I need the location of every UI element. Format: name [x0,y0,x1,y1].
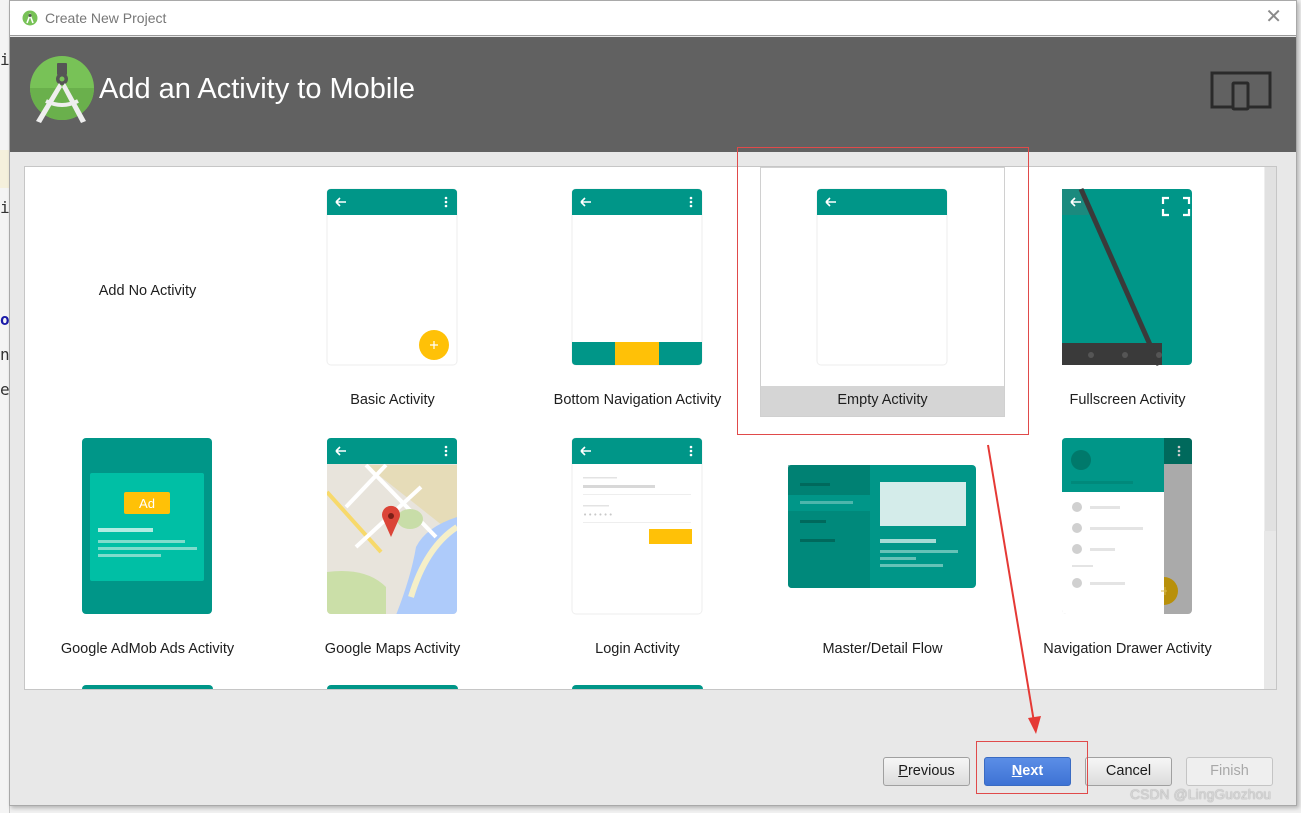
page-title: Add an Activity to Mobile [99,73,415,105]
watermark: CSDN @LingGuozhou [1130,786,1272,802]
template-bottom-navigation-activity[interactable]: Bottom Navigation Activity [515,167,760,417]
template-google-admob-ads-activity[interactable]: Ad Google AdMob Ads Activity [25,416,270,666]
phone-tablet-device-icon [1210,71,1272,111]
template-label: Navigation Drawer Activity [1043,641,1212,657]
template-row3-thumbnail-3[interactable] [572,685,703,689]
template-add-no-activity[interactable]: Add No Activity [25,167,270,417]
template-row3-thumbnail-2[interactable] [327,685,458,689]
master-detail-thumbnail [788,465,976,588]
template-label: Google AdMob Ads Activity [60,641,235,657]
gallery-scrollbar[interactable] [1264,167,1276,689]
mnemonic: P [898,763,908,779]
template-master-detail-flow[interactable]: Master/Detail Flow [760,416,1005,666]
window-title: Create New Project [45,10,167,26]
template-label: Empty Activity [837,392,928,408]
button-label: revious [907,763,955,779]
template-login-activity[interactable]: •••••• Login Activity [515,416,760,666]
svg-text:••••••: •••••• [583,511,614,519]
fullscreen-activity-thumbnail [1062,188,1192,366]
template-basic-activity[interactable]: Basic Activity [270,167,515,417]
template-row3-thumbnail-1[interactable] [82,685,213,689]
admob-thumbnail: Ad [82,438,212,614]
mnemonic: N [1011,763,1023,779]
template-label: Login Activity [595,641,680,657]
scrollbar-thumb[interactable] [1264,167,1276,531]
template-empty-activity[interactable]: Empty Activity [760,167,1005,417]
cancel-button[interactable]: Cancel [1085,757,1172,786]
title-bar: Create New Project ✕ [10,1,1296,36]
close-icon[interactable]: ✕ [1265,7,1282,27]
nav-drawer-thumbnail [1062,438,1192,614]
template-label: Google Maps Activity [324,641,461,657]
button-label: ext [1022,763,1044,779]
maps-thumbnail [327,438,457,614]
template-label: Fullscreen Activity [1069,392,1186,408]
finish-button[interactable]: Finish [1186,757,1273,786]
ad-badge: Ad [139,496,155,511]
template-label: Basic Activity [350,392,435,408]
previous-button[interactable]: Previous [883,757,970,786]
template-label: Master/Detail Flow [822,641,943,657]
login-activity-thumbnail: •••••• [571,437,703,615]
template-gallery: Add No Activity Basic Activity Bottom Na… [24,166,1277,690]
android-studio-app-icon [22,10,38,26]
android-studio-logo-icon [30,56,94,123]
template-fullscreen-activity[interactable]: Fullscreen Activity [1005,167,1250,417]
template-label: Bottom Navigation Activity [553,392,722,408]
template-navigation-drawer-activity[interactable]: Navigation Drawer Activity [1005,416,1250,666]
basic-activity-thumbnail [326,188,458,366]
bottom-navigation-thumbnail [571,188,703,366]
template-google-maps-activity[interactable]: Google Maps Activity [270,416,515,666]
next-button[interactable]: Next [984,757,1071,786]
template-label: Add No Activity [98,283,197,299]
wizard-header: Add an Activity to Mobile [10,37,1296,152]
empty-activity-thumbnail [816,188,948,366]
